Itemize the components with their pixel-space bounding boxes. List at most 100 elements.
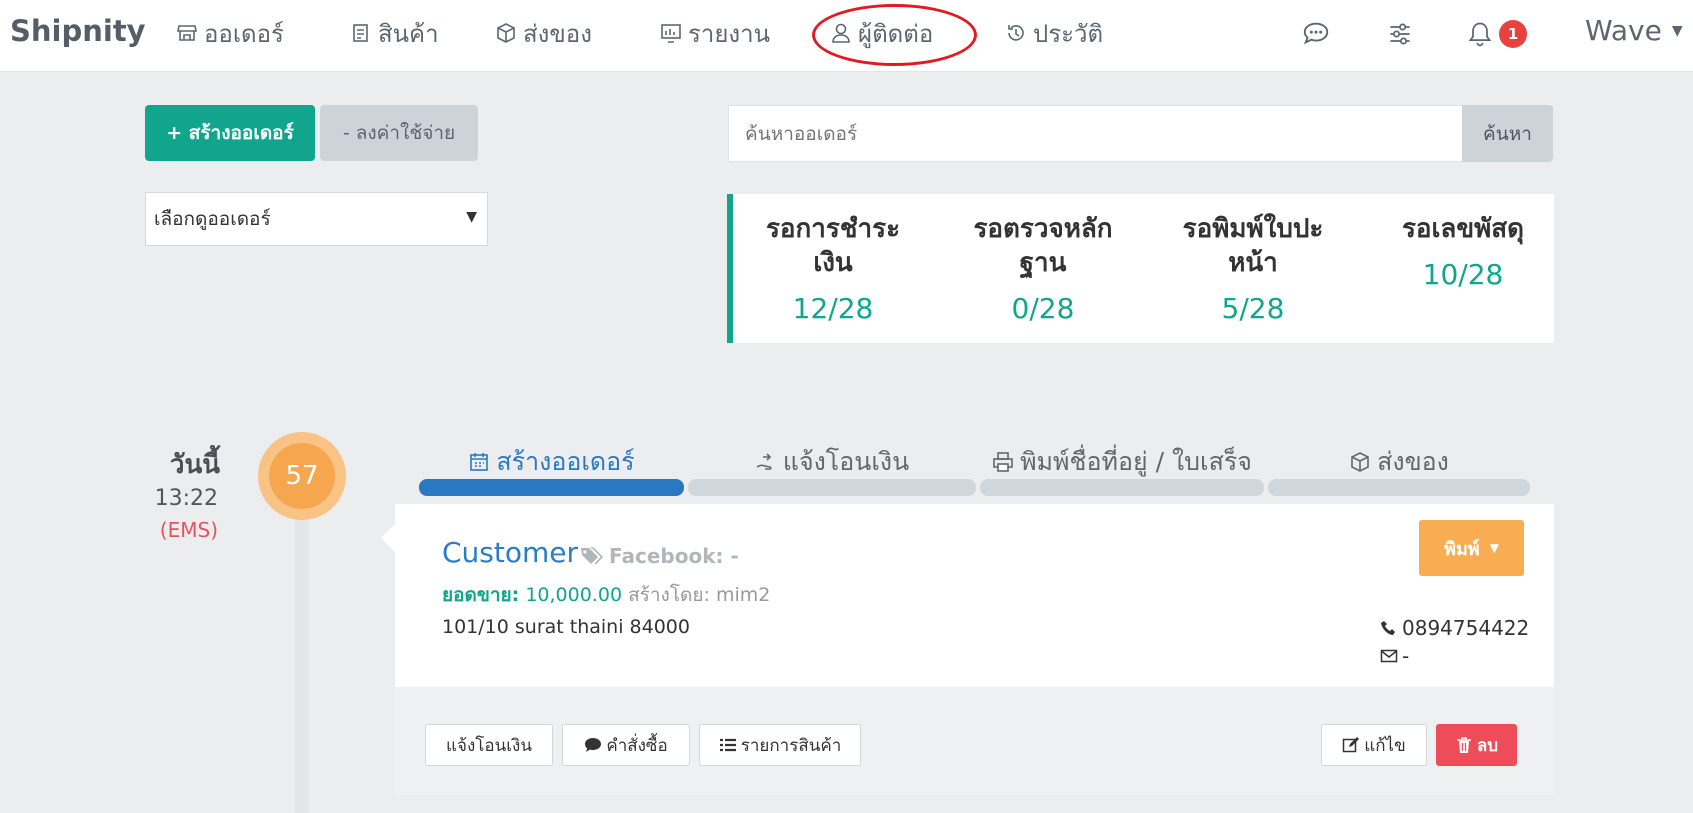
stat-value: 10/28 [1422,258,1504,291]
top-navbar: Shipnity ออเดอร์ สินค้า ส่งของ รายงาน ผู… [0,0,1693,72]
nav-reports-label: รายงาน [688,19,771,48]
step-payment-notice[interactable]: แจ้งโอนเงิน [688,445,976,479]
order-count-badge: 57 [258,432,346,520]
print-button[interactable]: พิมพ์ ▼ [1419,520,1524,576]
comment-icon [585,738,602,752]
stat-label: รอพิมพ์ใบปะ หน้า [1182,214,1324,278]
email-value: - [1402,644,1410,668]
search-input[interactable] [728,105,1462,162]
phone-icon [1381,621,1395,635]
stat-label: รอตรวจหลัก ฐาน [973,214,1113,278]
timeline-day: วันนี้ [169,450,220,480]
step-label: แจ้งโอนเงิน [782,447,910,476]
nav-history-label: ประวัติ [1033,19,1104,48]
create-order-button[interactable]: + สร้างออเดอร์ [145,105,315,161]
sales-line: ยอดขาย: 10,000.00 สร้างโดย: mim2 [442,580,770,610]
order-filter-select[interactable]: เลือกดูออเดอร์ ▼ [145,192,488,246]
delete-button[interactable]: ลบ [1436,724,1517,766]
customer-address: 101/10 surat thaini 84000 [442,616,690,638]
step-progress-bar [1268,479,1530,496]
customer-email: - [1380,644,1409,668]
edit-icon [1343,737,1360,753]
step-progress-bar [419,479,684,496]
timeline-time: 13:22 [154,486,218,511]
step-shipping[interactable]: ส่งของ [1268,445,1530,479]
customer-name[interactable]: Customer [442,536,578,569]
sales-value: 10,000.00 [525,584,623,606]
box-icon [497,23,515,43]
step-print-address[interactable]: พิมพ์ชื่อที่อยู่ / ใบเสร็จ [980,445,1264,479]
order-count: 57 [269,443,335,509]
stat-value: 12/28 [792,292,874,325]
nav-orders-label: ออเดอร์ [204,19,284,48]
sales-label: ยอดขาย: [442,584,520,606]
customer-phone: 0894754422 [1380,616,1529,640]
facebook-tag: Facebook: - [579,544,739,568]
nav-products[interactable]: สินค้า [350,16,439,50]
step-create-order[interactable]: สร้างออเดอร์ [419,445,684,479]
order-card-footer: แจ้งโอนเงิน คำสั่งซื้อ รายการสินค้า แก้ไ… [395,687,1554,795]
sliders-icon[interactable] [1384,18,1416,50]
timeline-line [295,480,309,813]
delete-label: ลบ [1476,735,1499,756]
stat-label: รอการชำระ เงิน [765,214,901,278]
stat-awaiting-verification[interactable]: รอตรวจหลัก ฐาน 0/28 [943,212,1143,325]
box-icon [1351,452,1369,472]
hand-money-icon [756,453,772,470]
step-label: พิมพ์ชื่อที่อยู่ / ใบเสร็จ [1020,447,1252,476]
step-progress-bar [688,479,976,496]
nav-shipping-label: ส่งของ [523,19,592,48]
caret-down-icon: ▼ [1489,541,1499,555]
nav-products-label: สินค้า [378,19,439,48]
order-status-panel: รอการชำระ เงิน 12/28 รอตรวจหลัก ฐาน 0/28 ร… [727,194,1554,343]
edit-label: แก้ไข [1364,735,1406,756]
bell-icon[interactable] [1464,18,1496,50]
chat-icon[interactable] [1300,18,1332,50]
item-list-button[interactable]: รายการสินค้า [699,724,861,766]
step-label: ส่งของ [1377,447,1449,476]
log-expense-button[interactable]: - ลงค่าใช้จ่าย [320,105,478,161]
tag-list-icon [353,24,368,42]
nav-shipping[interactable]: ส่งของ [495,16,592,50]
store-icon [177,25,197,41]
stat-awaiting-label-print[interactable]: รอพิมพ์ใบปะ หน้า 5/28 [1153,212,1353,325]
stat-value: 5/28 [1221,292,1285,325]
step-label: สร้างออเดอร์ [496,447,635,476]
envelope-icon [1380,649,1398,663]
item-list-label: รายการสินค้า [740,735,842,756]
order-card: Customer Facebook: - ยอดขาย: 10,000.00 ส… [395,504,1554,687]
tags-icon [581,547,603,565]
caret-down-icon: ▼ [466,209,477,225]
facebook-value: Facebook: - [609,544,739,568]
stat-label: รอเลขพัสดุ [1401,214,1525,244]
edit-button[interactable]: แก้ไข [1321,724,1427,766]
trash-icon [1456,737,1471,753]
notification-badge: 1 [1499,20,1527,48]
highlight-annotation [812,4,977,66]
nav-history[interactable]: ประวัติ [1005,16,1103,50]
stat-awaiting-tracking[interactable]: รอเลขพัสดุ 10/28 [1363,212,1563,291]
user-name: Wave [1585,14,1662,47]
caret-down-icon: ▼ [1671,22,1683,39]
created-by: สร้างโดย: mim2 [628,584,771,606]
search-button[interactable]: ค้นหา [1462,105,1553,162]
print-button-label: พิมพ์ [1444,538,1480,560]
stat-value: 0/28 [1011,292,1075,325]
list-icon [719,738,736,752]
calendar-icon [470,453,489,471]
order-note-label: คำสั่งซื้อ [606,735,668,756]
history-icon [1008,25,1024,41]
phone-value: 0894754422 [1402,616,1530,640]
user-menu[interactable]: Wave ▼ [1585,14,1683,47]
chart-icon [661,24,681,43]
step-progress-bar [980,479,1264,496]
nav-orders[interactable]: ออเดอร์ [176,16,284,50]
order-note-button[interactable]: คำสั่งซื้อ [562,724,690,766]
timeline-carrier: (EMS) [159,518,218,542]
order-filter-value: เลือกดูออเดอร์ [154,208,271,230]
printer-icon [993,452,1013,472]
payment-notice-button[interactable]: แจ้งโอนเงิน [425,724,553,766]
stat-awaiting-payment[interactable]: รอการชำระ เงิน 12/28 [733,212,933,325]
nav-reports[interactable]: รายงาน [660,16,770,50]
brand-logo[interactable]: Shipnity [10,14,146,48]
